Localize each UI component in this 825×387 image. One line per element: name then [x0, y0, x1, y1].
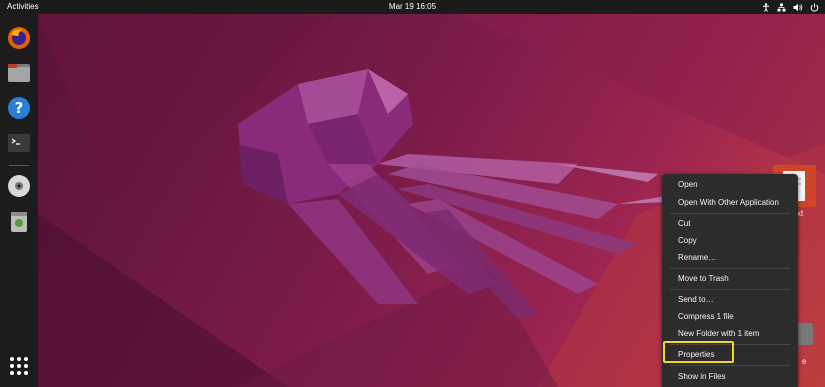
- desktop-item-icon[interactable]: [797, 323, 813, 345]
- menu-item-send-to[interactable]: Send to…: [678, 295, 714, 305]
- trash-icon[interactable]: [7, 209, 31, 233]
- terminal-icon[interactable]: [7, 131, 31, 155]
- menu-item-open-with[interactable]: Open With Other Application: [678, 198, 779, 208]
- menu-item-cut[interactable]: Cut: [678, 219, 690, 229]
- properties-highlight-box: [663, 341, 734, 363]
- help-icon[interactable]: ?: [7, 96, 31, 120]
- files-icon[interactable]: [7, 61, 31, 85]
- accessibility-icon[interactable]: [762, 2, 770, 12]
- menu-separator: [670, 268, 790, 269]
- menu-separator: [670, 213, 790, 214]
- menu-item-new-folder[interactable]: New Folder with 1 item: [678, 329, 759, 339]
- firefox-icon[interactable]: [7, 26, 31, 50]
- dock: ?: [0, 14, 38, 387]
- menu-item-show-in-files[interactable]: Show in Files: [678, 372, 726, 382]
- menu-item-rename[interactable]: Rename…: [678, 253, 716, 263]
- menu-item-move-to-trash[interactable]: Move to Trash: [678, 274, 729, 284]
- system-tray[interactable]: [762, 0, 819, 14]
- top-bar: Activities Mar 19 16:05: [0, 0, 825, 14]
- svg-text:?: ?: [15, 99, 24, 117]
- menu-item-compress[interactable]: Compress 1 file: [678, 312, 734, 322]
- menu-item-copy[interactable]: Copy: [678, 236, 697, 246]
- power-icon[interactable]: [810, 3, 819, 12]
- disc-icon[interactable]: [7, 174, 31, 198]
- volume-icon[interactable]: [793, 3, 803, 12]
- menu-item-open[interactable]: Open: [678, 180, 698, 190]
- clock[interactable]: Mar 19 16:05: [0, 0, 825, 14]
- menu-separator: [670, 289, 790, 290]
- show-applications-icon[interactable]: [7, 354, 31, 378]
- menu-separator: [670, 365, 790, 366]
- network-icon[interactable]: [777, 3, 786, 12]
- dock-separator: [9, 165, 29, 166]
- desktop-item-label[interactable]: e: [802, 357, 806, 366]
